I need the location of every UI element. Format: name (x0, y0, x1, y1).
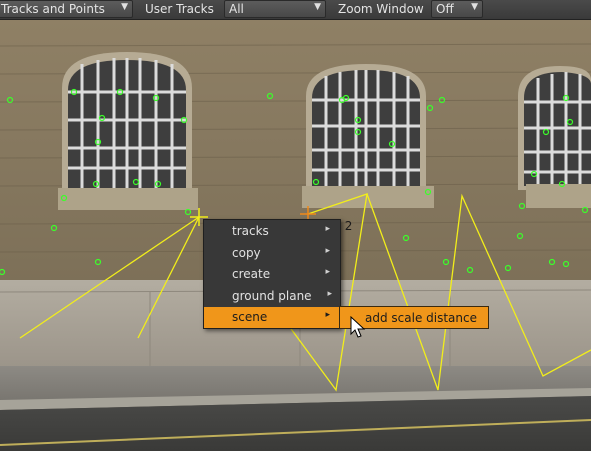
submenu-arrow-icon: ▸ (325, 267, 330, 277)
submenu-arrow-icon: ▸ (325, 246, 330, 256)
menu-item-label: copy (232, 246, 261, 260)
dropdown-arrow-icon: ▼ (121, 2, 128, 12)
submenu-arrow-icon: ▸ (325, 224, 330, 234)
menu-item-label: create (232, 267, 271, 281)
zoom-window-value: Off (436, 2, 454, 16)
menu-item-ground-plane[interactable]: ground plane ▸ (204, 286, 340, 307)
view-mode-dropdown[interactable]: Tracks and Points ▼ (0, 0, 133, 18)
user-tracks-value: All (229, 2, 244, 16)
window-right (518, 66, 591, 208)
submenu-arrow-icon: ▸ (327, 289, 332, 299)
menu-item-label: tracks (232, 224, 269, 238)
user-tracks-label: User Tracks (145, 2, 214, 16)
dropdown-arrow-icon: ▼ (471, 2, 478, 12)
menu-item-scene[interactable]: scene ▸ (204, 307, 340, 328)
window-left (58, 52, 198, 210)
menu-item-create[interactable]: create ▸ (204, 264, 340, 285)
menu-item-copy[interactable]: copy ▸ (204, 243, 340, 264)
menu-item-label: scene (232, 310, 268, 324)
submenu-item-label: add scale distance (365, 311, 477, 325)
menu-item-label: ground plane (232, 289, 312, 303)
submenu-arrow-icon: ▸ (325, 310, 330, 320)
view-mode-value: Tracks and Points (1, 2, 105, 16)
viewer-toolbar: Tracks and Points ▼ User Tracks All ▼ Zo… (0, 0, 591, 20)
mouse-cursor-icon (350, 316, 366, 338)
dropdown-arrow-icon: ▼ (314, 2, 321, 12)
zoom-window-label: Zoom Window (338, 2, 424, 16)
context-menu: tracks ▸ copy ▸ create ▸ ground plane ▸ … (203, 219, 341, 329)
zoom-window-dropdown[interactable]: Off ▼ (431, 0, 483, 18)
menu-item-tracks[interactable]: tracks ▸ (204, 221, 340, 242)
user-tracks-dropdown[interactable]: All ▼ (224, 0, 326, 18)
window-middle (302, 64, 434, 208)
